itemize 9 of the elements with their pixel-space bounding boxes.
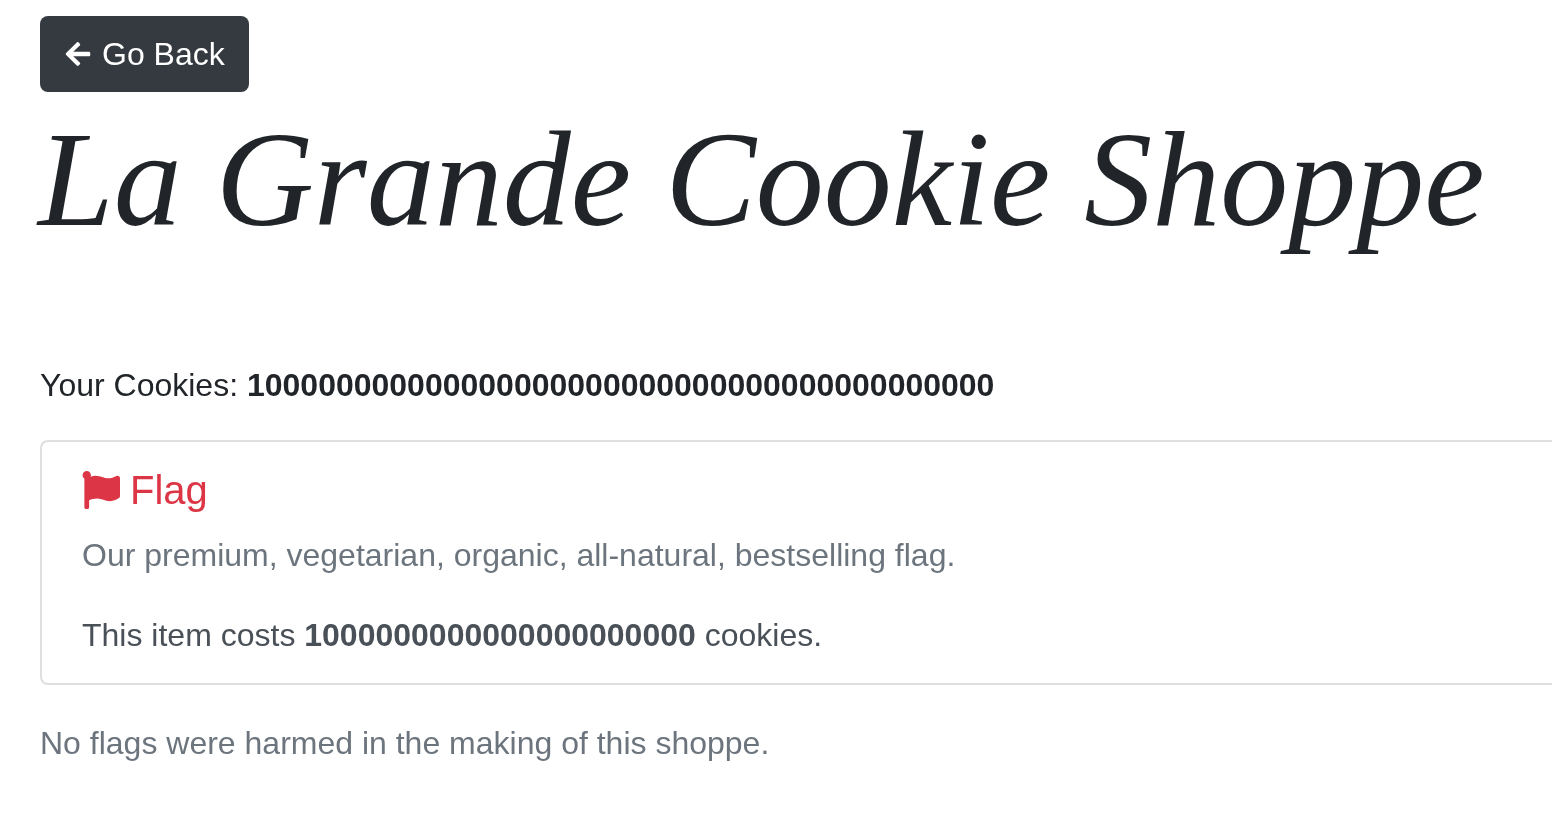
item-price: This item costs 1000000000000000000000 cookies. (82, 616, 824, 655)
item-description: Our premium, vegetarian, organic, all-natural, bestselling flag. (82, 536, 957, 575)
item-name: Flag (130, 467, 208, 514)
go-back-button[interactable]: Go Back (40, 16, 249, 92)
shop-title: La Grande Cookie Shoppe (38, 103, 1486, 256)
left-arrow-icon (64, 40, 92, 68)
cookie-balance: Your Cookies: 100000000000000000000000000000000000000000 (40, 366, 996, 405)
footer-note: No flags were harmed in the making of this shoppe. (40, 724, 771, 763)
flag-icon (82, 471, 120, 509)
